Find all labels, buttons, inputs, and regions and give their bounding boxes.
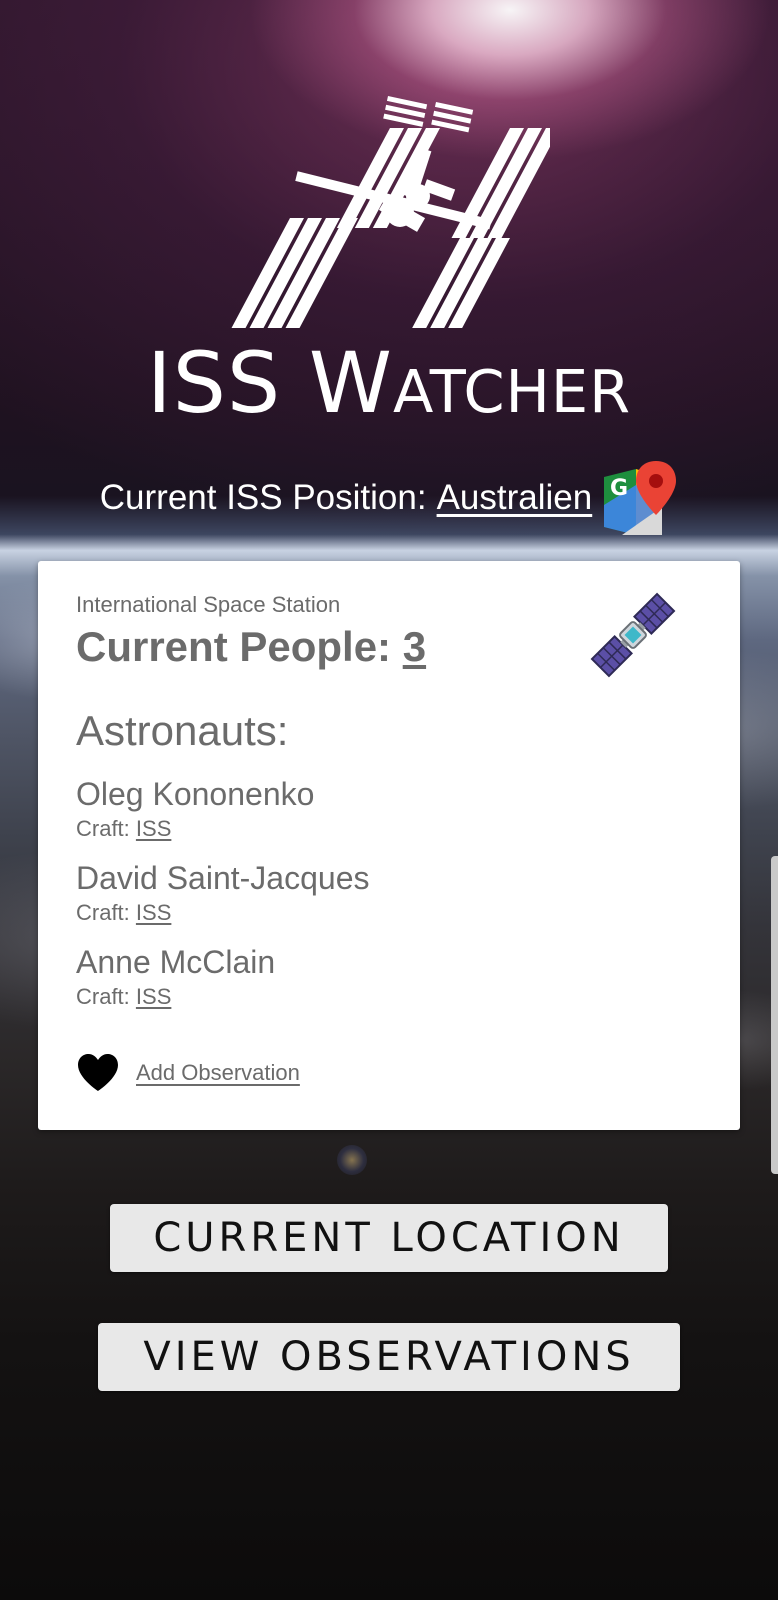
add-observation-link[interactable]: Add Observation: [136, 1060, 300, 1086]
craft-label: Craft:: [76, 900, 136, 925]
iss-position-row: Current ISS Position: Australien G: [0, 458, 778, 538]
astronaut-craft: Craft: ISS: [76, 813, 696, 845]
list-item: Anne McClain Craft: ISS: [76, 943, 696, 1027]
svg-text:G: G: [610, 476, 628, 501]
current-people-title: Current People: 3: [76, 623, 426, 671]
astronaut-craft: Craft: ISS: [76, 897, 696, 929]
craft-link[interactable]: ISS: [136, 816, 171, 841]
satellite-icon: [590, 592, 676, 678]
astronaut-name: David Saint-Jacques: [76, 860, 370, 896]
astronauts-heading: Astronauts:: [76, 707, 289, 754]
list-item: David Saint-Jacques Craft: ISS: [76, 859, 696, 943]
position-label: Current ISS Position:: [99, 478, 427, 517]
add-observation-row: Add Observation: [76, 1053, 300, 1093]
iss-info-card: International Space Station Current Peop…: [38, 561, 740, 1130]
heart-icon[interactable]: [76, 1053, 120, 1093]
craft-label: Craft:: [76, 816, 136, 841]
google-maps-icon[interactable]: G: [602, 459, 678, 537]
card-subtitle: International Space Station: [76, 592, 341, 617]
astronaut-name: Oleg Kononenko: [76, 776, 315, 812]
view-observations-button[interactable]: VIEW OBSERVATIONS: [98, 1323, 680, 1391]
craft-link[interactable]: ISS: [136, 984, 171, 1009]
current-location-button[interactable]: CURRENT LOCATION: [110, 1204, 668, 1272]
lens-flare: [337, 1145, 367, 1175]
position-link[interactable]: Australien: [437, 478, 593, 518]
space-station-icon: [231, 96, 550, 328]
astronaut-list: Oleg Kononenko Craft: ISS David Saint-Ja…: [76, 775, 696, 1027]
scrollbar[interactable]: [771, 856, 778, 1174]
people-count-link[interactable]: 3: [403, 623, 426, 670]
list-item: Oleg Kononenko Craft: ISS: [76, 775, 696, 859]
app-title: ISS Watcher: [146, 334, 632, 432]
astronaut-name: Anne McClain: [76, 944, 276, 980]
craft-label: Craft:: [76, 984, 136, 1009]
craft-link[interactable]: ISS: [136, 900, 171, 925]
astronaut-craft: Craft: ISS: [76, 981, 696, 1013]
current-people-label: Current People:: [76, 623, 403, 670]
